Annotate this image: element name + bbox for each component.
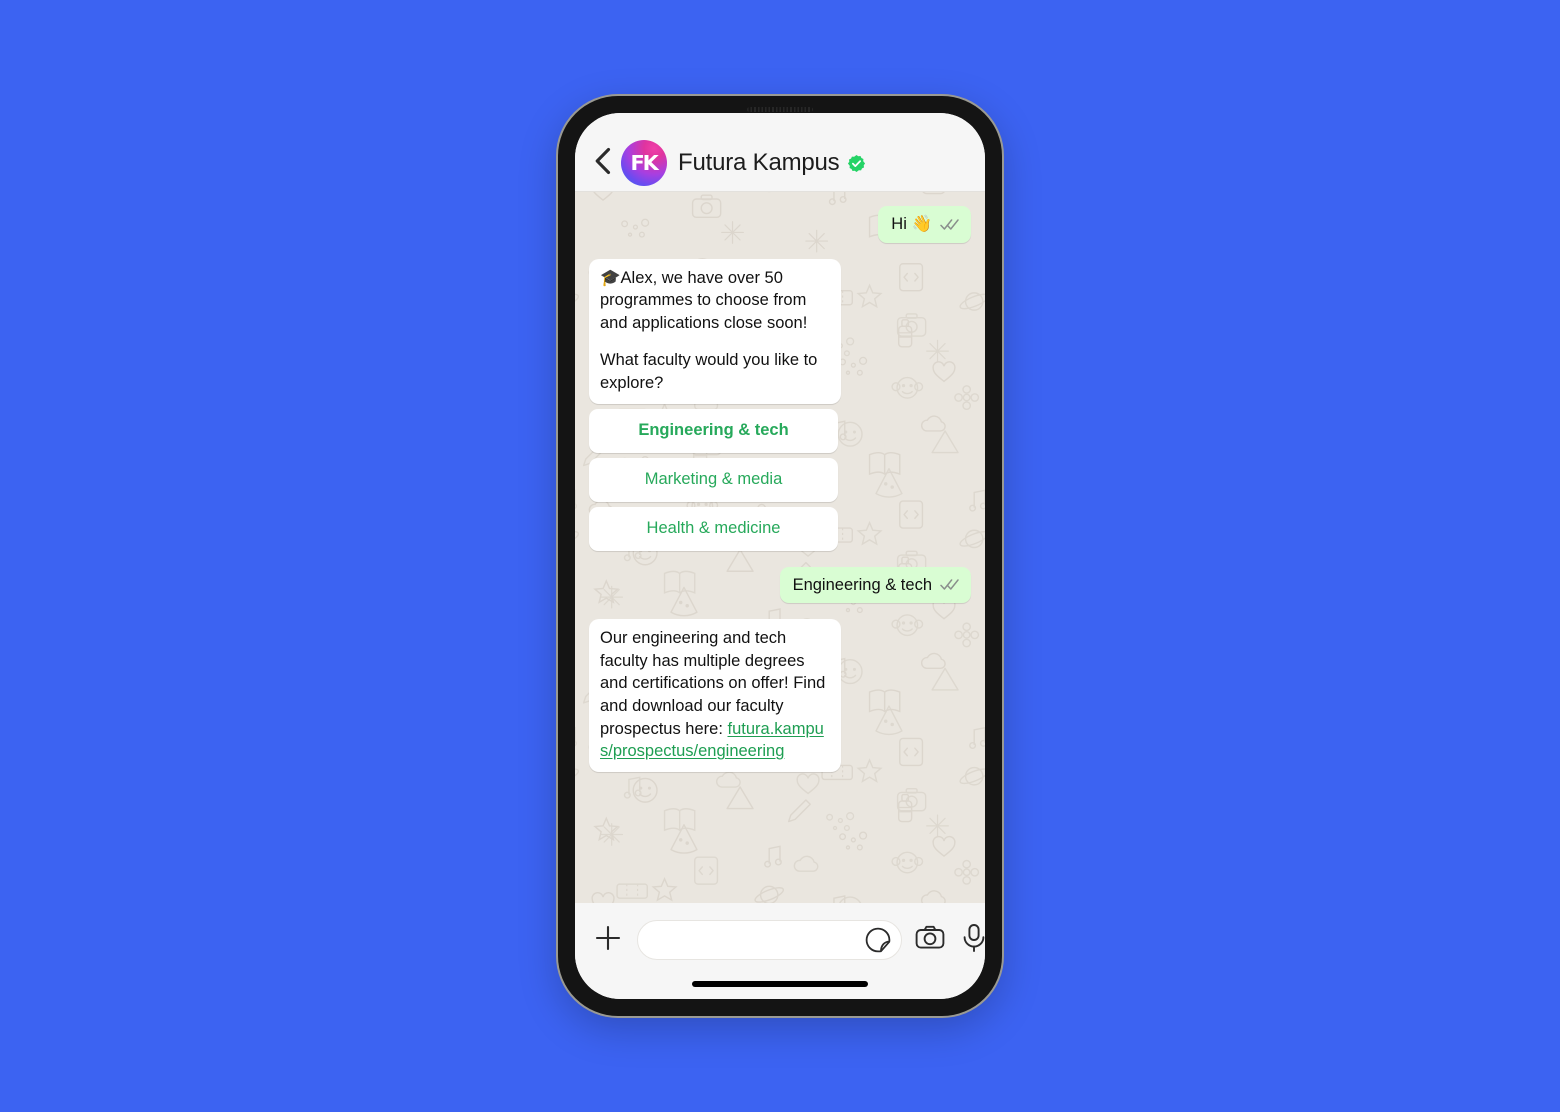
quick-reply-label: Health & medicine [646,519,781,538]
contact-info[interactable]: Futura Kampus [678,149,866,177]
back-button[interactable] [587,145,617,181]
quick-reply-engineering-tech[interactable]: Engineering & tech [589,408,838,453]
attach-button[interactable] [591,923,625,957]
camera-button[interactable] [914,924,946,956]
message-paragraph: What faculty would you like to explore? [600,351,818,392]
message-text: Hi 👋 [891,215,932,233]
camera-icon [915,923,945,958]
message-bubble-incoming[interactable]: 🎓Alex, we have over 50 programmes to cho… [589,258,841,404]
message-row: Our engineering and tech faculty has mul… [589,619,971,772]
avatar-initials: FK [630,151,659,175]
phone-screen: FK Futura Kampus Hi 👋 🎓Alex, we have ove… [575,113,985,999]
verified-badge-icon [847,154,866,173]
phone-frame: FK Futura Kampus Hi 👋 🎓Alex, we have ove… [558,96,1002,1016]
microphone-icon [960,923,985,958]
double-check-icon [940,578,960,591]
message-input-container[interactable] [637,920,902,960]
double-check-icon [940,218,960,231]
plus-icon [593,923,623,958]
avatar[interactable]: FK [621,140,667,186]
chat-scroll-area: Hi 👋 🎓Alex, we have over 50 programmes t… [589,206,971,772]
message-paragraph: 🎓Alex, we have over 50 programmes to cho… [600,268,808,332]
message-text: Engineering & tech [792,575,932,594]
sticker-icon[interactable] [865,927,891,953]
message-row: Hi 👋 [589,206,971,243]
quick-reply-health-medicine[interactable]: Health & medicine [589,506,838,551]
quick-reply-label: Marketing & media [644,470,783,489]
chat-message-list[interactable]: Hi 👋 🎓Alex, we have over 50 programmes t… [575,192,985,903]
message-row: 🎓Alex, we have over 50 programmes to cho… [589,258,971,404]
quick-reply-marketing-media[interactable]: Marketing & media [589,457,838,502]
home-indicator [692,981,868,987]
message-input[interactable] [654,931,861,949]
chat-header: FK Futura Kampus [575,113,985,192]
message-bubble-outgoing[interactable]: Engineering & tech [779,566,971,604]
speaker-grille [747,107,813,112]
quick-reply-group: Engineering & tech Marketing & media Hea… [589,408,971,551]
message-bubble-outgoing[interactable]: Hi 👋 [878,206,971,243]
contact-name: Futura Kampus [678,149,840,176]
message-bubble-incoming[interactable]: Our engineering and tech faculty has mul… [589,619,841,772]
voice-record-button[interactable] [958,923,985,958]
message-row: Engineering & tech [589,566,971,604]
chevron-left-icon [594,147,611,180]
quick-reply-label: Engineering & tech [638,421,789,440]
